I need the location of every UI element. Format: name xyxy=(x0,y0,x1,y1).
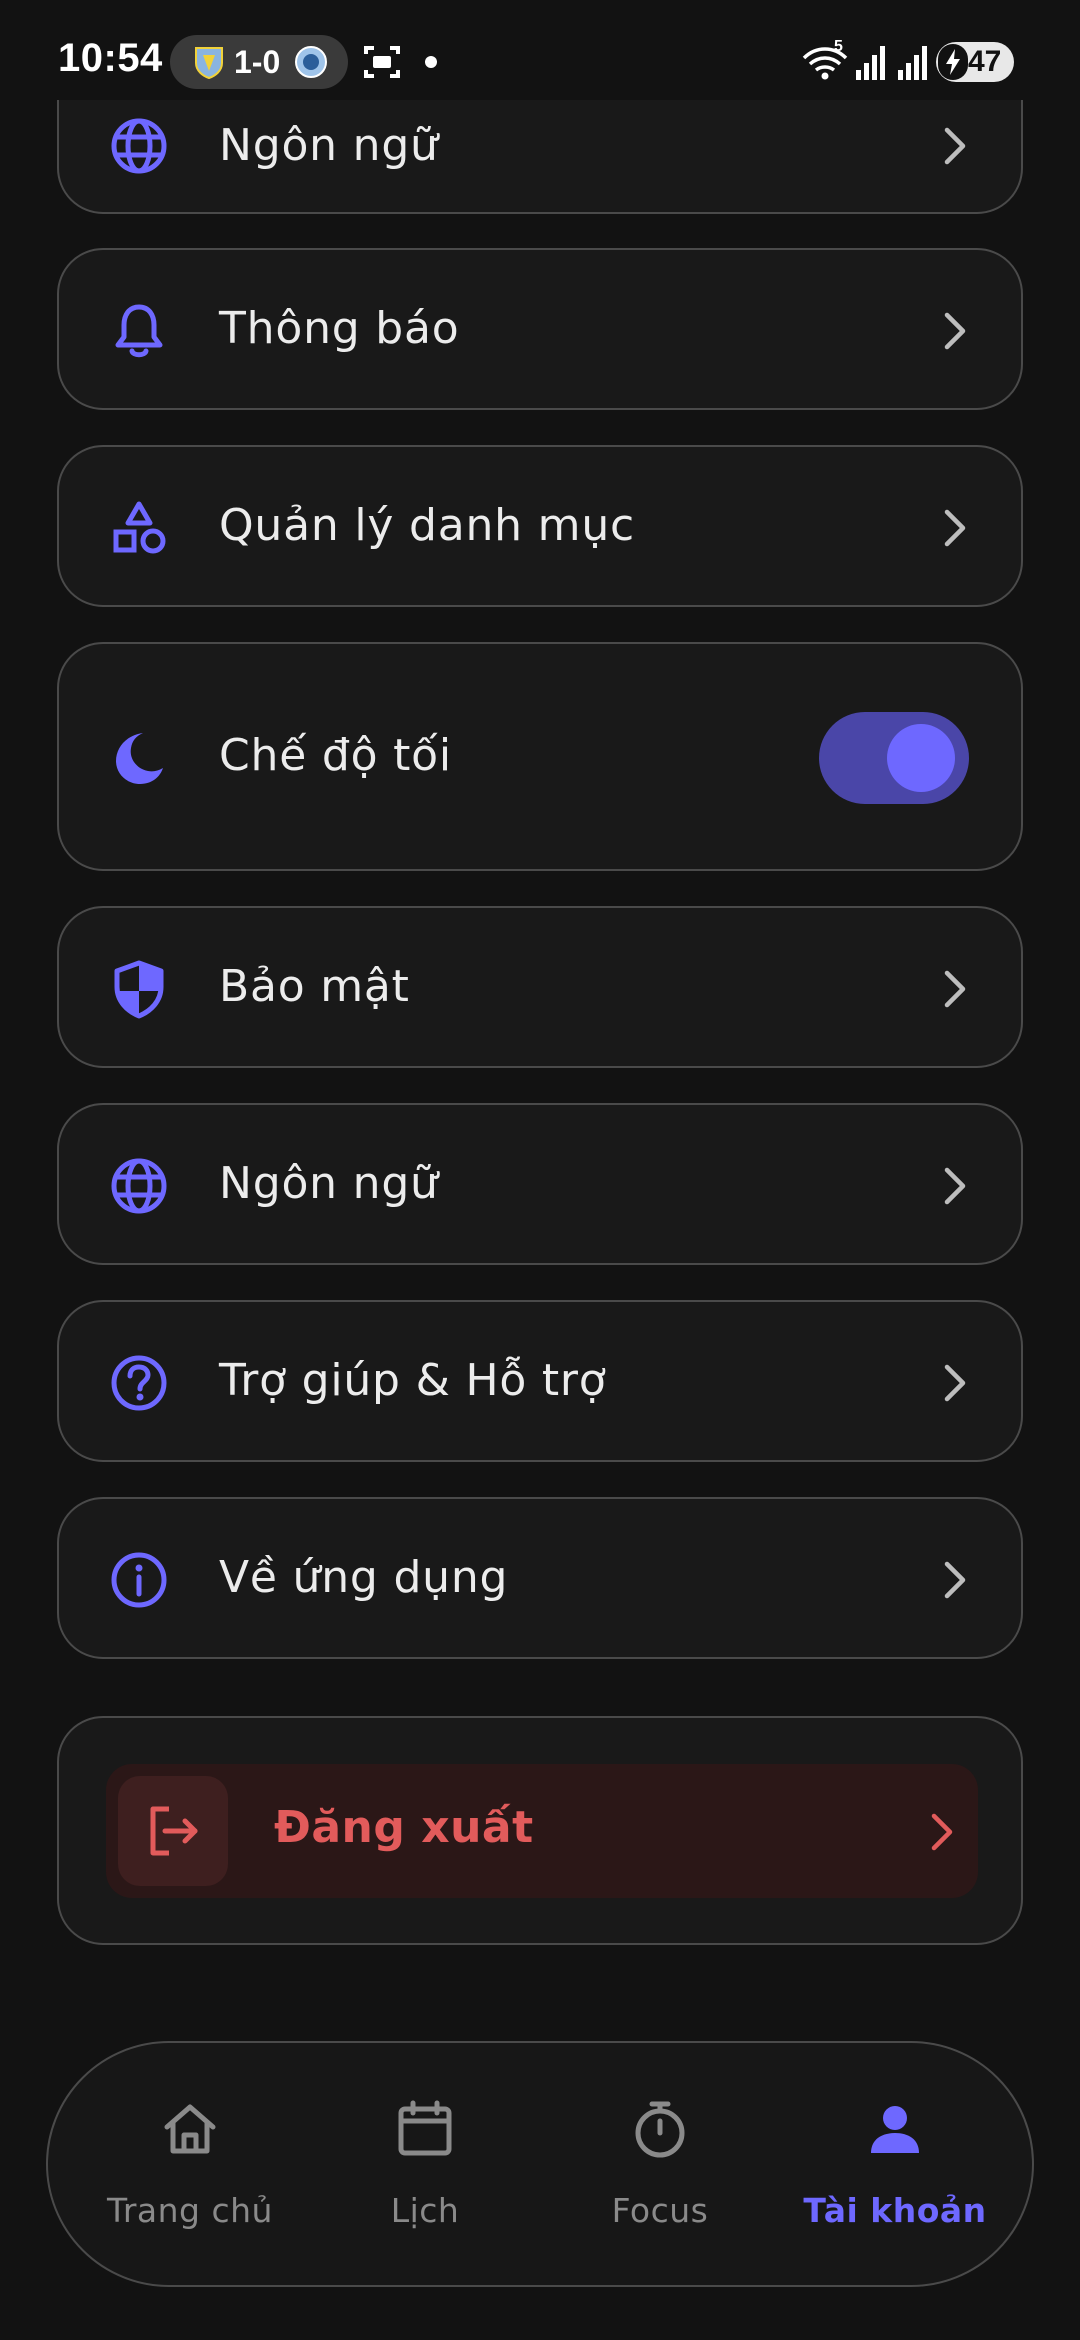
nav-item-home[interactable]: Trang chủ xyxy=(75,2043,305,2285)
settings-item-label: Trợ giúp & Hỗ trợ xyxy=(219,1355,607,1406)
logout-label: Đăng xuất xyxy=(274,1802,534,1853)
settings-item-language[interactable]: Ngôn ngữ xyxy=(57,1103,1023,1265)
chevron-right-icon xyxy=(944,312,966,350)
chevron-right-icon xyxy=(944,1167,966,1205)
nav-label: Tài khoản xyxy=(803,2191,987,2230)
chevron-right-icon xyxy=(944,509,966,547)
away-team-crest-icon xyxy=(295,46,327,78)
signal-strength-icon-sim2 xyxy=(898,46,927,80)
help-circle-icon xyxy=(111,1355,167,1411)
chevron-right-icon xyxy=(931,1813,953,1851)
settings-item-label: Quản lý danh mục xyxy=(219,500,635,551)
chevron-right-icon xyxy=(944,1561,966,1599)
settings-item-notifications[interactable]: Thông báo xyxy=(57,248,1023,410)
status-time: 10:54 xyxy=(58,36,163,80)
shield-icon xyxy=(114,960,164,1019)
nav-label: Lịch xyxy=(390,2191,460,2230)
toggle-knob xyxy=(887,724,955,792)
logout-button[interactable]: Đăng xuất xyxy=(106,1764,978,1898)
battery-level: 47 xyxy=(968,45,1002,78)
settings-item-categories[interactable]: Quản lý danh mục xyxy=(57,445,1023,607)
globe-icon xyxy=(111,118,167,174)
logout-card: Đăng xuất xyxy=(57,1716,1023,1945)
settings-item-label: Về ứng dụng xyxy=(219,1552,509,1603)
chevron-right-icon xyxy=(944,127,966,165)
settings-item-label: Thông báo xyxy=(219,303,460,354)
notification-dot-icon xyxy=(425,56,437,68)
signal-strength-icon-sim1 xyxy=(856,46,885,80)
info-icon xyxy=(111,1552,167,1608)
globe-icon xyxy=(111,1158,167,1214)
wifi-standard-label: 5 xyxy=(834,38,843,55)
user-icon xyxy=(871,2106,919,2153)
settings-item-about-app[interactable]: Về ứng dụng xyxy=(57,1497,1023,1659)
dark-mode-toggle[interactable] xyxy=(819,712,969,804)
settings-item-help-support[interactable]: Trợ giúp & Hỗ trợ xyxy=(57,1300,1023,1462)
live-score-chip[interactable]: 1-0 xyxy=(170,35,348,89)
nav-label: Focus xyxy=(611,2191,709,2230)
home-team-crest-icon xyxy=(195,47,223,79)
settings-item-dark-mode[interactable]: Chế độ tối xyxy=(57,642,1023,871)
logout-icon-container xyxy=(118,1776,228,1886)
settings-item-label: Ngôn ngữ xyxy=(219,120,439,171)
screenshot-icon xyxy=(364,46,400,78)
battery-indicator: 47 xyxy=(936,42,1014,82)
nav-item-focus[interactable]: Focus xyxy=(545,2043,775,2285)
timer-icon xyxy=(635,2101,685,2158)
nav-label: Trang chủ xyxy=(107,2191,273,2230)
settings-item-label: Bảo mật xyxy=(219,961,410,1012)
home-icon xyxy=(164,2104,216,2154)
settings-item-security[interactable]: Bảo mật xyxy=(57,906,1023,1068)
bottom-navigation-bar: Trang chủ Lịch Focus Tài khoản xyxy=(46,2041,1034,2287)
bell-icon xyxy=(115,304,163,358)
logout-icon xyxy=(150,1806,198,1856)
match-score: 1-0 xyxy=(234,44,281,80)
chevron-right-icon xyxy=(944,970,966,1008)
settings-item-label: Ngôn ngữ xyxy=(219,1158,439,1209)
nav-item-account[interactable]: Tài khoản xyxy=(780,2043,1010,2285)
status-bar: 10:54 1-0 5 47 xyxy=(0,0,1080,100)
settings-item-label: Chế độ tối xyxy=(219,730,452,781)
shapes-icon xyxy=(113,501,166,554)
calendar-icon xyxy=(398,2100,452,2156)
nav-item-calendar[interactable]: Lịch xyxy=(310,2043,540,2285)
moon-icon xyxy=(116,733,163,784)
chevron-right-icon xyxy=(944,1364,966,1402)
charging-bolt-icon xyxy=(946,49,960,75)
